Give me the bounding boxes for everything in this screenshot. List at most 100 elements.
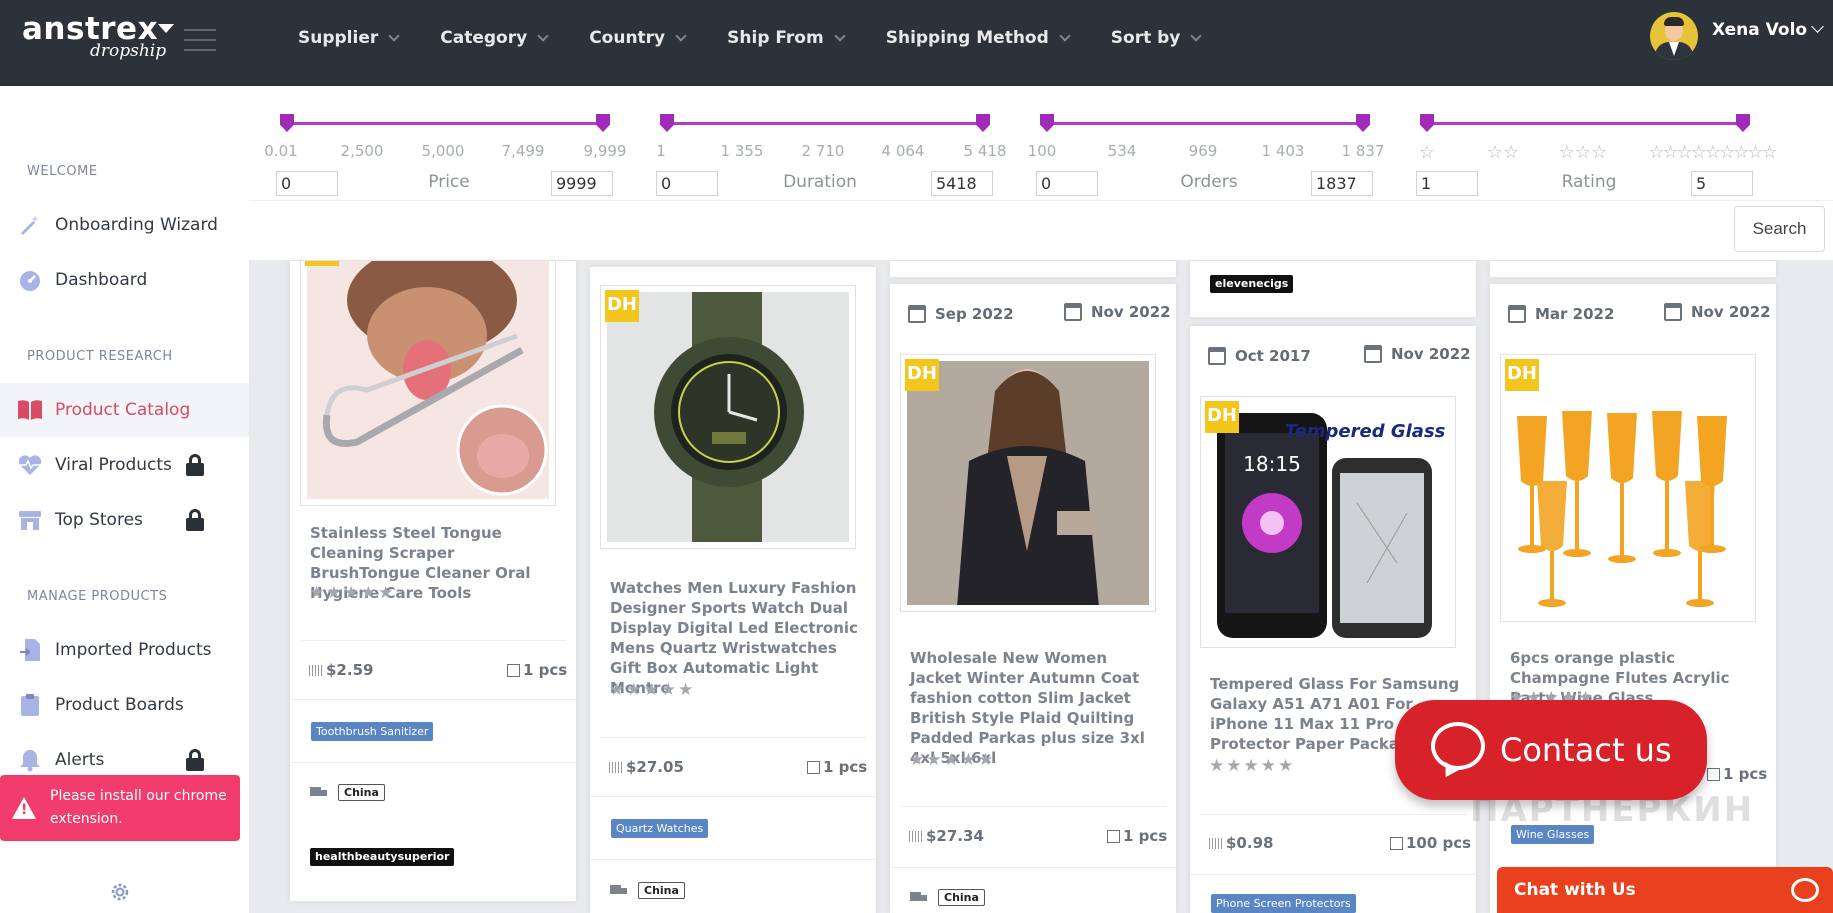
rating-range-slider[interactable]: ☆ ☆☆ ☆☆☆ ☆☆☆☆☆☆☆☆☆ 1 Rating 5: [1416, 114, 1778, 200]
duration-label: Duration: [783, 172, 857, 192]
product-card-partial: [1490, 261, 1776, 277]
price-value: $27.34: [926, 827, 984, 845]
tick-label: 1 837: [1341, 142, 1385, 160]
tick-label: 0.01: [264, 142, 298, 160]
product-quantity: 1 pcs: [807, 758, 867, 776]
price-range-slider[interactable]: 0.01 2,500 5,000 7,499 9,999 0 Price 999…: [264, 114, 626, 200]
slider-min-handle[interactable]: [660, 114, 674, 132]
product-card[interactable]: DH Stainless Steel Tongue Cleaning Scrap…: [290, 261, 576, 901]
user-name[interactable]: Xena Volo: [1712, 20, 1807, 40]
phone-time-text: 18:15: [1243, 452, 1301, 476]
nav-category-dropdown[interactable]: Category: [440, 28, 549, 48]
tick-label: 1: [656, 142, 666, 160]
avatar[interactable]: [1650, 12, 1698, 60]
product-image[interactable]: DH: [1500, 354, 1756, 622]
slider-min-handle[interactable]: [1040, 114, 1054, 132]
sidebar-item-viral-products[interactable]: Viral Products: [0, 438, 249, 492]
product-card-partial[interactable]: elevenecigs: [1190, 261, 1476, 317]
store-icon: [17, 507, 43, 533]
search-button[interactable]: Search: [1734, 206, 1825, 252]
sidebar-item-dashboard[interactable]: Dashboard: [0, 253, 249, 307]
slider-track[interactable]: [287, 122, 605, 125]
store-tag[interactable]: elevenecigs: [1210, 275, 1294, 293]
slider-max-handle[interactable]: [1356, 114, 1370, 132]
product-card[interactable]: DH Watches Men Luxury Fashion Designer S…: [590, 267, 876, 913]
chevron-down-icon: [834, 29, 846, 42]
orders-min-input[interactable]: 0: [1036, 171, 1098, 196]
tick-label: 7,499: [501, 142, 545, 160]
duration-max-input[interactable]: 5418: [931, 171, 993, 196]
slider-track[interactable]: [667, 122, 985, 125]
orders-max-input[interactable]: 1837: [1311, 171, 1373, 196]
chat-with-us-bar[interactable]: Chat with Us: [1497, 867, 1833, 913]
chevron-down-icon[interactable]: [1811, 19, 1824, 33]
product-image[interactable]: DH: [900, 354, 1156, 612]
rating-stars: ★★★★★: [1209, 756, 1296, 776]
product-card[interactable]: Oct 2017 Nov 2022 18:15 Tempered Glass D…: [1190, 326, 1476, 913]
chrome-extension-alert[interactable]: Please install our chrome extension.: [0, 775, 240, 841]
date-value: Nov 2022: [1391, 345, 1471, 363]
category-tag[interactable]: Phone Screen Protectors: [1211, 894, 1356, 913]
bell-icon: [17, 747, 43, 773]
nav-shipping-method-dropdown[interactable]: Shipping Method: [886, 28, 1071, 48]
sidebar-item-imported-products[interactable]: Imported Products: [0, 623, 249, 677]
product-image[interactable]: 18:15 Tempered Glass DH: [1200, 396, 1456, 648]
date-last-seen: Nov 2022: [1364, 345, 1471, 363]
tick-label: 534: [1107, 142, 1137, 160]
dh-badge: DH: [905, 359, 939, 391]
sidebar-item-product-catalog[interactable]: Product Catalog: [0, 383, 249, 437]
box-icon: [1390, 836, 1403, 850]
nav-ship-from-dropdown[interactable]: Ship From: [727, 28, 846, 48]
duration-min-input[interactable]: 0: [656, 171, 718, 196]
slider-min-handle[interactable]: [280, 114, 294, 132]
product-card[interactable]: Sep 2022 Nov 2022 DH Wholesale New Women…: [890, 284, 1176, 913]
category-tag[interactable]: Quartz Watches: [611, 819, 709, 838]
quantity-value: 100 pcs: [1406, 834, 1472, 852]
anstrex-logo[interactable]: anstrex dropship: [22, 12, 174, 61]
gear-icon[interactable]: [108, 880, 132, 904]
nav-supplier-dropdown[interactable]: Supplier: [298, 28, 400, 48]
nav-country-dropdown[interactable]: Country: [589, 28, 687, 48]
slider-min-handle[interactable]: [1420, 114, 1434, 132]
date-last-seen: Nov 2022: [1064, 303, 1171, 321]
orders-range-slider[interactable]: 100 534 969 1 403 1 837 0 Orders 1837: [1028, 114, 1384, 200]
duration-range-slider[interactable]: 1 1 355 2 710 4 064 5 418 0 Duration 541…: [656, 114, 1006, 200]
menu-toggle-icon[interactable]: [184, 27, 216, 53]
tempered-glass-image: 18:15 Tempered Glass: [1207, 403, 1449, 641]
nav-sort-by-dropdown[interactable]: Sort by: [1111, 28, 1203, 48]
product-image[interactable]: DH: [600, 285, 856, 549]
product-image[interactable]: DH: [300, 261, 556, 506]
user-menu[interactable]: Xena Volo: [1650, 12, 1824, 60]
rating-min-input[interactable]: 1: [1416, 171, 1478, 196]
box-icon: [1707, 767, 1720, 781]
tick-label: 100: [1027, 142, 1057, 160]
contact-us-button[interactable]: Contact us: [1395, 700, 1707, 800]
slider-max-handle[interactable]: [1736, 114, 1750, 132]
sidebar-item-label: Top Stores: [55, 510, 143, 530]
sidebar-item-onboarding-wizard[interactable]: Onboarding Wizard: [0, 198, 249, 252]
slider-max-handle[interactable]: [596, 114, 610, 132]
price-value: $0.98: [1226, 834, 1274, 852]
price-min-input[interactable]: 0: [276, 171, 338, 196]
slider-track[interactable]: [1427, 122, 1745, 125]
slider-track[interactable]: [1047, 122, 1365, 125]
store-tag[interactable]: healthbeautysuperior: [310, 848, 455, 866]
sidebar-item-top-stores[interactable]: Top Stores: [0, 493, 249, 547]
section-title-product-research: PRODUCT RESEARCH: [27, 349, 173, 364]
sidebar-item-label: Alerts: [55, 750, 105, 770]
sidebar-item-label: Onboarding Wizard: [55, 215, 218, 235]
heart-pulse-icon: [17, 452, 43, 478]
logo-caret-icon[interactable]: [158, 24, 174, 33]
category-tag[interactable]: Toothbrush Sanitizer: [311, 722, 434, 741]
sidebar-item-product-boards[interactable]: Product Boards: [0, 678, 249, 732]
rating-max-input[interactable]: 5: [1691, 171, 1753, 196]
tick-label: 5,000: [421, 142, 465, 160]
chevron-down-icon: [1059, 29, 1071, 42]
dh-badge: DH: [1205, 401, 1239, 433]
quantity-value: 1 pcs: [1123, 827, 1168, 845]
price-max-input[interactable]: 9999: [551, 171, 613, 196]
date-value: Nov 2022: [1091, 303, 1171, 321]
product-price: $2.59: [309, 661, 373, 679]
slider-max-handle[interactable]: [976, 114, 990, 132]
top-bar: anstrex dropship Supplier Category Count…: [0, 0, 1833, 86]
